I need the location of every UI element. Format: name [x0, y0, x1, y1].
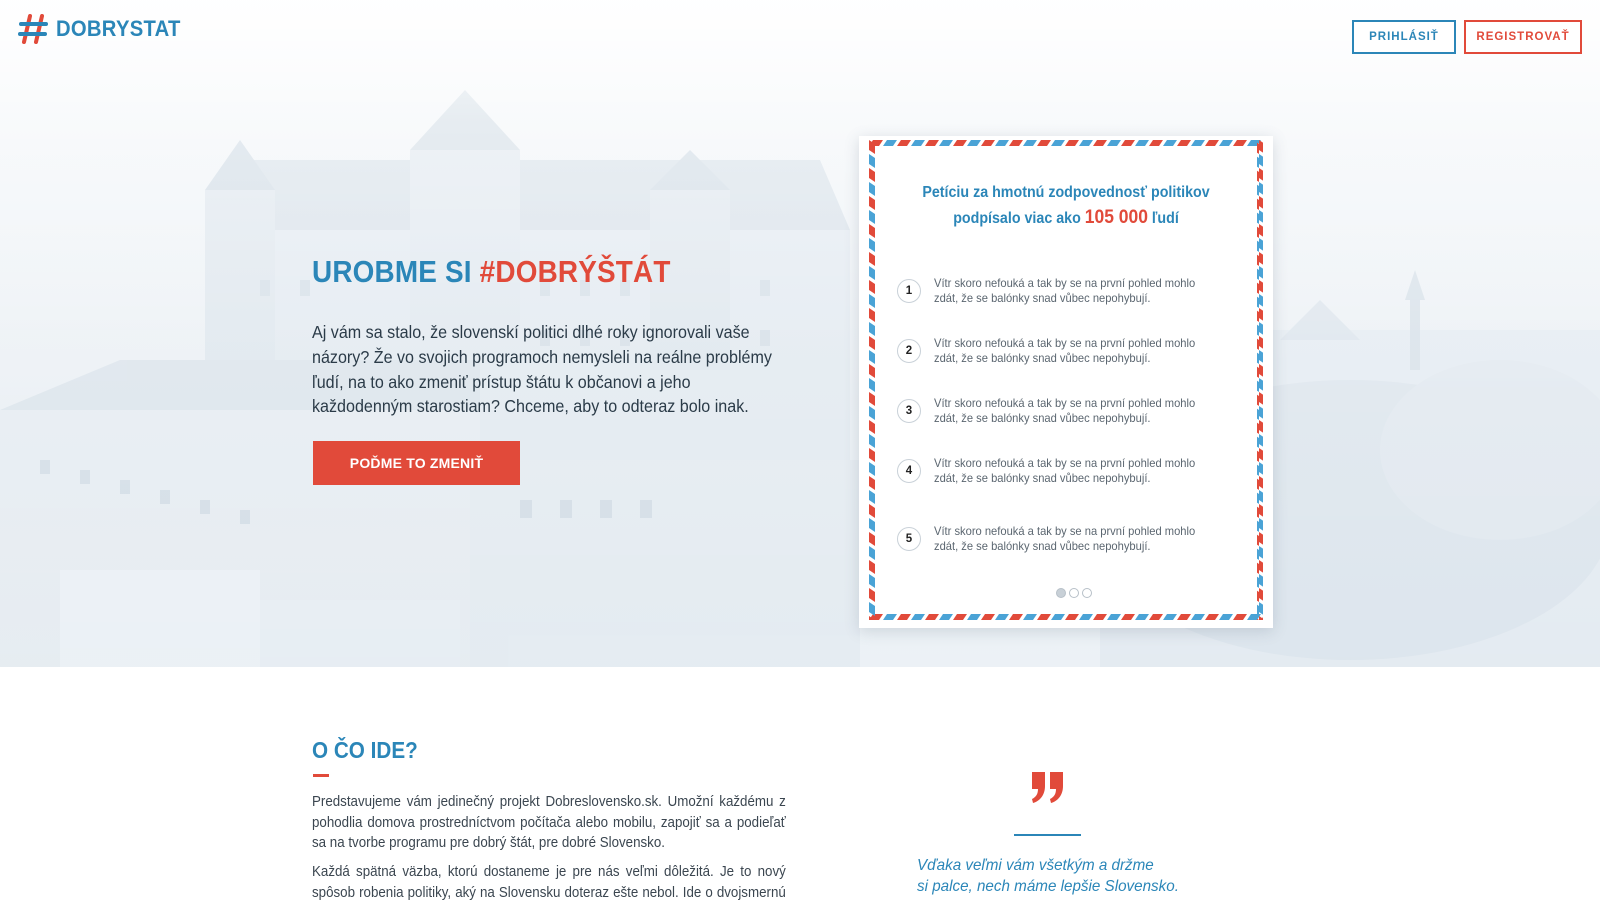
title-underline — [313, 774, 329, 777]
petition-headline-line1: Petíciu za hmotnú zodpovednosť politikov — [922, 184, 1210, 201]
signature-count: 105 000 — [1084, 207, 1148, 228]
quote-line-1: Vďaka veľmi vám všetkým a držme — [917, 857, 1154, 874]
hero-title-part1: UROBME SI — [312, 254, 480, 289]
register-button[interactable]: REGISTROVAŤ — [1464, 20, 1582, 54]
item-number: 4 — [897, 459, 921, 483]
login-button[interactable]: PRIHLÁSIŤ — [1352, 20, 1456, 54]
item-text: Vítr skoro nefouká a tak by se na první … — [934, 396, 1196, 425]
logo-text: DOBRYSTAT — [56, 16, 181, 41]
quote-line-2: si palce, nech máme lepšie Slovensko. — [917, 877, 1179, 895]
item-text: Vítr skoro nefouká a tak by se na první … — [934, 524, 1196, 553]
petition-headline-suffix: ľudí — [1147, 210, 1179, 227]
quote-divider — [1014, 834, 1081, 836]
item-number: 5 — [897, 527, 921, 551]
petition-headline: Petíciu za hmotnú zodpovednosť politikov… — [903, 180, 1229, 231]
list-item: 5 Vítr skoro nefouká a tak by se na prvn… — [897, 524, 1241, 554]
pagination-dot-1[interactable] — [1056, 588, 1066, 598]
cta-change-button[interactable]: POĎME TO ZMENIŤ — [313, 441, 520, 485]
site-header: DOBRYSTAT PRIHLÁSIŤ REGISTROVAŤ — [0, 0, 1600, 66]
item-number: 2 — [897, 339, 921, 363]
about-title: O ČO IDE? — [312, 737, 418, 763]
item-number: 1 — [897, 279, 921, 303]
about-paragraph-2: Každá spätná väzba, ktorú dostaneme je p… — [312, 864, 786, 900]
hashtag-logo-icon — [18, 14, 48, 44]
hero-title-hashtag: #DOBRÝŠTÁT — [479, 254, 671, 289]
carousel-pagination — [1056, 588, 1095, 598]
list-item: 3 Vítr skoro nefouká a tak by se na prvn… — [897, 396, 1241, 426]
pagination-dot-3[interactable] — [1082, 588, 1092, 598]
list-item: 1 Vítr skoro nefouká a tak by se na prvn… — [897, 276, 1241, 306]
quote-icon — [1032, 772, 1063, 803]
petition-headline-prefix: podpísalo viac ako — [953, 210, 1085, 227]
petition-card: Petíciu za hmotnú zodpovednosť politikov… — [859, 136, 1273, 628]
testimonial-quote: Vďaka veľmi vám všetkým a držme si palce… — [917, 856, 1221, 897]
item-text: Vítr skoro nefouká a tak by se na první … — [934, 456, 1196, 485]
hero-overlay — [0, 0, 1600, 667]
item-number: 3 — [897, 399, 921, 423]
logo[interactable]: DOBRYSTAT — [18, 14, 192, 44]
petition-headline-line2: podpísalo viac ako 105 000 ľudí — [903, 205, 1229, 231]
hero-description: Aj vám sa stalo, že slovenskí politici d… — [312, 322, 772, 417]
hero-section — [0, 0, 1600, 667]
about-paragraph-1: Predstavujeme vám jedinečný projekt Dobr… — [312, 794, 786, 851]
item-text: Vítr skoro nefouká a tak by se na první … — [934, 336, 1196, 365]
pagination-dot-2[interactable] — [1069, 588, 1079, 598]
list-item: 2 Vítr skoro nefouká a tak by se na prvn… — [897, 336, 1241, 366]
hero-title: UROBME SI #DOBRÝŠTÁT — [312, 254, 671, 290]
item-text: Vítr skoro nefouká a tak by se na první … — [934, 276, 1196, 305]
list-item: 4 Vítr skoro nefouká a tak by se na prvn… — [897, 456, 1241, 486]
